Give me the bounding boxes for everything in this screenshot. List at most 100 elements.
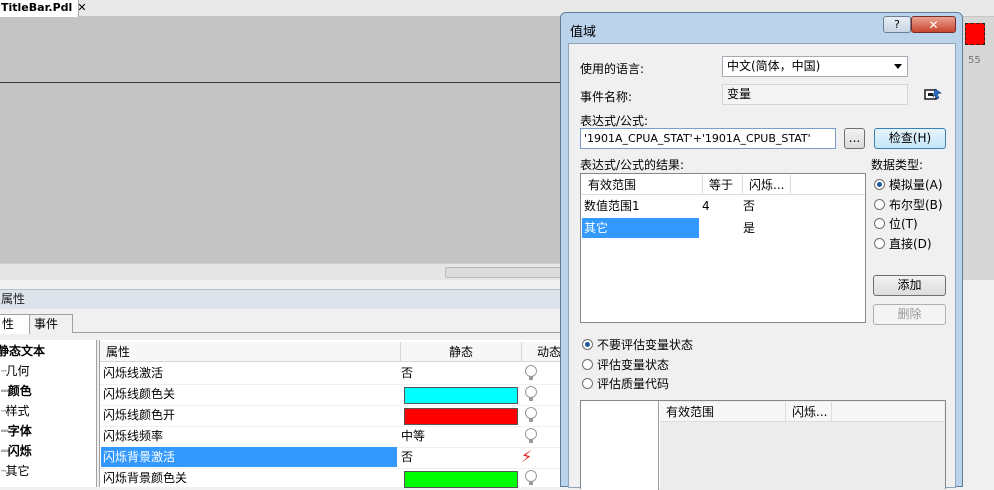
tab-properties[interactable]: 性 [0, 314, 30, 334]
tree-item-other[interactable]: ···其它 [0, 462, 29, 479]
variable-select-icon[interactable] [924, 88, 942, 102]
datatype-radio[interactable] [874, 198, 885, 210]
property-name[interactable]: 闪烁背景颜色关 [101, 468, 397, 488]
tree-item-colors[interactable]: ···颜色 [0, 382, 32, 399]
selected-red-object[interactable] [965, 23, 985, 45]
tree-item-flashing[interactable]: ···闪烁 [0, 442, 32, 459]
bulb-icon[interactable] [525, 407, 537, 422]
tree-item-style[interactable]: ···样式 [0, 402, 29, 419]
tree-line: ··· [0, 384, 10, 398]
property-name[interactable]: 闪烁线颜色关 [101, 384, 397, 404]
property-value[interactable]: 否 [401, 447, 413, 467]
bulb-icon[interactable] [525, 365, 537, 380]
evaluation-option-label[interactable]: 评估变量状态 [597, 356, 669, 373]
tree-item-font[interactable]: ···字体 [0, 422, 32, 439]
datatype-option-label[interactable]: 位(T) [889, 215, 918, 232]
tree-item-label: 静态文本 [0, 344, 46, 358]
column-header-property[interactable]: 属性 [100, 342, 401, 362]
property-row[interactable]: 闪烁线频率 中等 [100, 426, 565, 448]
column-header-empty [791, 175, 865, 195]
tree-item-geometry[interactable]: ···几何 [0, 362, 29, 379]
column-header-equals[interactable]: 等于 [703, 175, 743, 195]
bulb-icon[interactable] [525, 428, 537, 443]
delete-button[interactable]: 删除 [873, 304, 946, 325]
language-label: 使用的语言: [580, 62, 645, 76]
property-name[interactable]: 闪烁线颜色开 [101, 405, 397, 425]
datatype-option-label[interactable]: 布尔型(B) [889, 196, 943, 213]
evaluation-radio[interactable] [582, 358, 593, 370]
tree-item-static-text[interactable]: 静态文本 [0, 342, 45, 359]
result-list[interactable]: 有效范围 等于 闪烁... 数值范围1 4 否 其它 是 [580, 173, 866, 323]
property-name[interactable]: 闪烁背景激活 [101, 447, 397, 467]
dialog-title: 值域 [570, 25, 597, 40]
tab-events[interactable]: 事件 [29, 314, 73, 333]
document-tab[interactable]: TitleBar.Pdl ✕ [0, 0, 87, 17]
property-grid: 属性 静态 动态 闪烁线激活否闪烁线颜色关 闪烁线颜色开 闪烁线频率 中等 闪烁背景激活… [99, 340, 565, 490]
properties-tabs: 性 事件 [0, 311, 564, 334]
column-header-empty [832, 402, 944, 422]
language-dropdown[interactable]: 中文(简体，中国) [722, 56, 908, 77]
bulb-icon[interactable] [525, 470, 537, 485]
document-tab-title: TitleBar.Pdl [1, 1, 73, 14]
bulb-icon[interactable] [525, 386, 537, 401]
property-row[interactable]: 闪烁线激活否 [100, 363, 565, 385]
datatype-option-label[interactable]: 直接(D) [889, 235, 932, 252]
column-header-range[interactable]: 有效范围 [582, 175, 703, 195]
color-swatch[interactable] [404, 471, 518, 488]
tree-item-label: 字体 [7, 424, 32, 438]
property-row[interactable]: 闪烁线颜色开 [100, 405, 565, 427]
evaluation-radio[interactable] [582, 339, 593, 350]
design-canvas[interactable] [0, 17, 564, 263]
expression-input[interactable]: '1901A_CPUA_STAT'+'1901A_CPUB_STAT' [580, 128, 836, 149]
horizontal-scrollbar[interactable] [0, 263, 564, 280]
add-button[interactable]: 添加 [873, 275, 946, 296]
result-flash-cell[interactable]: 是 [743, 218, 755, 238]
property-row[interactable]: 闪烁线颜色关 [100, 384, 565, 406]
chevron-down-icon [894, 64, 902, 69]
event-name-field: 变量 [722, 84, 908, 105]
datatype-radio[interactable] [874, 218, 885, 229]
lightning-icon[interactable]: ⚡ [521, 447, 532, 467]
language-value: 中文(简体，中国) [727, 59, 821, 73]
color-swatch[interactable] [404, 408, 518, 425]
result-range-cell[interactable]: 数值范围1 [584, 196, 640, 216]
column-header-static[interactable]: 静态 [401, 342, 522, 362]
column-header-dynamic[interactable]: 动态 [521, 342, 565, 362]
property-value[interactable]: 否 [401, 363, 413, 383]
result-flash-cell[interactable]: 否 [743, 196, 755, 216]
evaluation-option-label[interactable]: 评估质量代码 [597, 375, 669, 392]
property-value[interactable]: 中等 [401, 426, 425, 446]
column-header-flash[interactable]: 闪烁... [786, 402, 832, 422]
result-range-cell-selected[interactable]: 其它 [582, 218, 699, 238]
help-button[interactable]: ? [883, 16, 911, 33]
properties-panel-title: 属性 [0, 289, 564, 309]
property-name[interactable]: 闪烁线激活 [101, 363, 397, 383]
property-tree: 静态文本 ···几何 ···颜色 ···样式 ···字体 ···闪烁 ···其它 [0, 340, 97, 487]
property-name[interactable]: 闪烁线频率 [101, 426, 397, 446]
evaluation-radio[interactable] [582, 378, 593, 389]
datatype-option-label[interactable]: 模拟量(A) [889, 176, 943, 193]
tree-line: ··· [0, 424, 10, 438]
status-list-table: 有效范围 闪烁... [660, 401, 945, 490]
column-header-flash[interactable]: 闪烁... [743, 175, 791, 195]
datatype-label: 数据类型: [871, 158, 924, 172]
tree-item-label: 颜色 [7, 384, 32, 398]
evaluation-option-label[interactable]: 不要评估变量状态 [597, 336, 693, 353]
value-range-dialog: 值域 ? ✕ 使用的语言: 中文(简体，中国) 事件名称: 变量 表达式/公式:… [560, 12, 963, 490]
tree-item-label: 样式 [5, 404, 30, 418]
dialog-body: 使用的语言: 中文(简体，中国) 事件名称: 变量 表达式/公式: '1901A… [568, 43, 956, 490]
datatype-radio[interactable] [874, 237, 885, 249]
result-equals-cell[interactable]: 4 [702, 196, 710, 216]
color-swatch[interactable] [404, 387, 518, 404]
dialog-close-button[interactable]: ✕ [911, 16, 956, 33]
column-header-range[interactable]: 有效范围 [660, 402, 786, 422]
property-grid-header: 属性 静态 动态 [100, 342, 565, 362]
tree-item-label: 几何 [5, 364, 30, 378]
check-button[interactable]: 检查(H) [874, 128, 946, 149]
property-row[interactable]: 闪烁背景激活否 ⚡ [100, 447, 565, 469]
scrollbar-thumb[interactable] [445, 267, 564, 278]
datatype-radio[interactable] [874, 179, 885, 190]
status-list[interactable]: 有效范围 闪烁... [580, 400, 946, 490]
browse-button[interactable]: ... [844, 128, 865, 149]
close-icon[interactable]: ✕ [77, 1, 86, 14]
